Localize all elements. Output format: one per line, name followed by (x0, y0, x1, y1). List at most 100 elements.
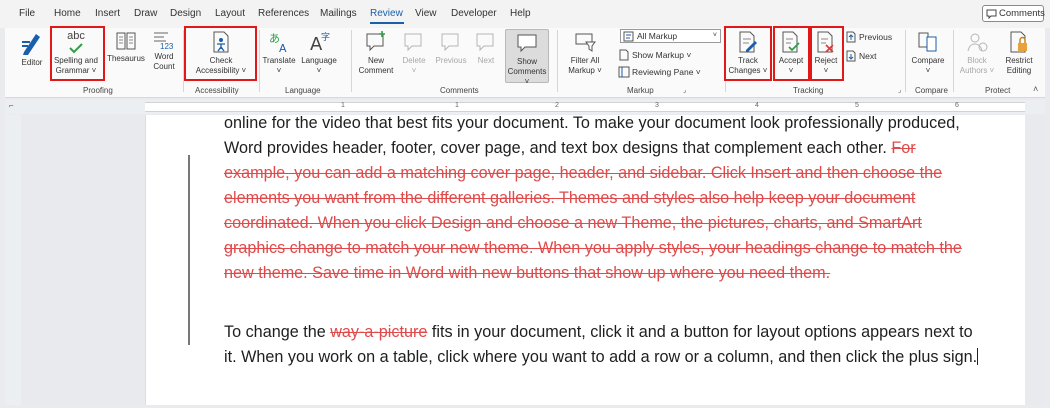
ruler-tick-label: 1 (455, 102, 459, 109)
menu-bar: File Home Insert Draw Design Layout Refe… (0, 0, 1050, 28)
deleted-text[interactable]: way-a-picture (330, 323, 427, 341)
menu-help[interactable]: Help (510, 8, 531, 19)
protect-group-label: Protect (985, 86, 1011, 95)
block-authors-button[interactable]: Block Authors ˅ (958, 30, 996, 76)
paragraph-2-text-start: To change the (224, 323, 331, 341)
compare-icon (918, 32, 937, 52)
display-for-review-dropdown[interactable]: All Markup ˅ (620, 29, 721, 43)
tracking-group-label: Tracking (793, 86, 824, 95)
menu-insert[interactable]: Insert (95, 8, 120, 19)
menu-developer[interactable]: Developer (451, 8, 497, 19)
next-change-icon (846, 50, 856, 62)
show-comments-icon (517, 34, 537, 53)
editor-button[interactable]: Editor (18, 30, 46, 68)
accessibility-group-label: Accessibility (195, 86, 239, 95)
block-authors-label-1: Block (967, 56, 987, 65)
compare-button[interactable]: Compare ˅ (908, 30, 948, 76)
markup-group-label: Markup (627, 86, 654, 95)
new-comment-label-2: Comment (358, 66, 394, 75)
next-comment-icon (476, 33, 494, 52)
restrict-editing-label-2: Editing (1006, 66, 1032, 75)
show-comments-label-1: Show (516, 57, 537, 66)
translate-icon: あ A (269, 32, 287, 54)
menu-file[interactable]: File (19, 8, 35, 19)
comments-button[interactable]: Comments (982, 5, 1045, 22)
language-icon: A 字 (310, 31, 330, 54)
menu-design[interactable]: Design (170, 8, 201, 19)
markup-dialog-launcher-icon[interactable]: ⌟ (683, 86, 686, 94)
translate-button[interactable]: あ A Translate ˅ (261, 30, 297, 76)
menu-mailings[interactable]: Mailings (320, 8, 357, 19)
collapse-ribbon-icon[interactable]: ˄ (1033, 84, 1038, 94)
tab-selector-icon[interactable]: ⌐ (9, 101, 14, 110)
menu-references[interactable]: References (258, 8, 309, 19)
display-for-review-value: All Markup (637, 31, 678, 41)
word-count-label-1: Word (154, 52, 174, 61)
next-comment-button[interactable]: Next (472, 30, 500, 66)
menu-review[interactable]: Review (370, 8, 403, 19)
show-comments-label-2: Comments ˅ (507, 67, 547, 86)
filter-markup-icon (575, 33, 596, 52)
document-area: online for the video that best fits your… (5, 114, 1045, 405)
highlight-track-changes (724, 26, 772, 81)
previous-comment-label: Previous (435, 56, 467, 65)
word-count-label-2: Count (153, 62, 175, 71)
lock-icon (1010, 31, 1027, 53)
delete-comment-button[interactable]: Delete ˅ (399, 30, 429, 76)
new-comment-button[interactable]: New Comment (355, 30, 397, 76)
show-comments-content[interactable]: Show Comments ˅ (505, 31, 549, 87)
thesaurus-button[interactable]: Thesaurus (106, 30, 146, 64)
document-page[interactable]: online for the video that best fits your… (145, 114, 1025, 405)
markup-display-icon (623, 31, 634, 42)
next-change-button[interactable]: Next (845, 50, 876, 62)
menu-layout[interactable]: Layout (215, 8, 245, 19)
menu-view[interactable]: View (415, 8, 437, 19)
delete-label: Delete (402, 56, 426, 65)
restrict-editing-label-1: Restrict (1005, 56, 1033, 65)
separator (259, 30, 260, 92)
change-bar (188, 155, 190, 345)
tracking-dialog-launcher-icon[interactable]: ⌟ (898, 86, 901, 94)
compare-group-label: Compare (915, 86, 948, 95)
block-authors-label-2: Authors ˅ (959, 66, 995, 75)
paragraph-2[interactable]: To change the way-a-picture fits in your… (224, 320, 984, 370)
word-count-button[interactable]: 123 Word Count (148, 30, 180, 72)
highlight-accept (773, 26, 810, 81)
previous-comment-button[interactable]: Previous (433, 30, 469, 66)
filter-all-markup-button[interactable]: Filter All Markup ˅ (565, 30, 605, 76)
ribbon: Editor abc Spelling and Grammar ˅ Thesau… (5, 26, 1045, 98)
next-change-label: Next (859, 51, 877, 61)
delete-comment-icon (404, 33, 422, 52)
new-comment-label-1: New (367, 56, 384, 65)
deleted-text[interactable]: For example, you can add a matching cove… (224, 139, 962, 282)
restrict-editing-button[interactable]: Restrict Editing (999, 30, 1039, 76)
show-markup-button[interactable]: Show Markup ˅ (618, 49, 691, 61)
show-markup-label: Show Markup (632, 50, 684, 60)
paragraph-1-text: online for the video that best fits your… (224, 114, 960, 157)
menu-home[interactable]: Home (54, 8, 81, 19)
vertical-ruler[interactable] (5, 115, 21, 405)
paragraph-1[interactable]: online for the video that best fits your… (224, 111, 984, 286)
filter-all-label-1: Filter All (570, 56, 600, 65)
compare-label: Compare (911, 56, 945, 65)
editor-pen-icon (22, 34, 40, 55)
highlight-spelling (50, 26, 105, 81)
text-cursor (977, 348, 979, 365)
highlight-accessibility (184, 26, 257, 81)
previous-change-button[interactable]: Previous (845, 31, 892, 43)
proofing-group-label: Proofing (83, 86, 113, 95)
language-button[interactable]: A 字 Language ˅ (299, 30, 339, 76)
menu-draw[interactable]: Draw (134, 8, 157, 19)
language-label: Language (301, 56, 337, 65)
comments-button-label: Comments (999, 8, 1045, 19)
previous-comment-icon (441, 33, 459, 52)
separator (953, 30, 954, 92)
previous-change-label: Previous (859, 32, 893, 42)
translate-label: Translate (262, 56, 296, 65)
reviewing-pane-icon (618, 66, 630, 78)
ruler-tick-label: 3 (655, 102, 659, 109)
next-comment-label: Next (477, 56, 495, 65)
block-authors-icon (967, 33, 988, 52)
reviewing-pane-button[interactable]: Reviewing Pane ˅ (618, 66, 701, 78)
reviewing-pane-label: Reviewing Pane (632, 67, 694, 77)
